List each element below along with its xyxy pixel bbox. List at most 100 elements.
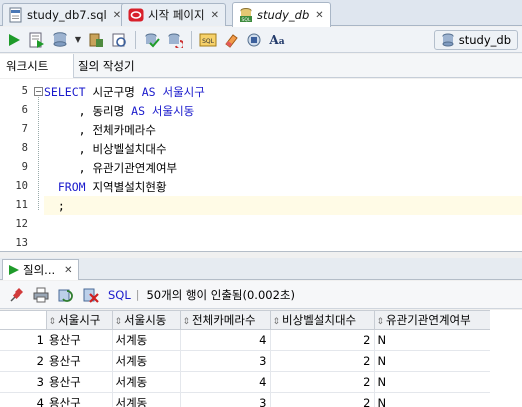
rollback-icon — [168, 33, 183, 48]
table-cell[interactable]: 용산구 — [46, 329, 113, 351]
tab-study-db7-sql[interactable]: study_db7.sql ✕ — [2, 3, 129, 26]
line-number: 13 — [15, 237, 28, 249]
table-cell[interactable]: N — [374, 329, 491, 351]
table-cell[interactable]: N — [374, 392, 491, 407]
table-cell[interactable]: N — [374, 371, 491, 393]
toolbar-separator — [191, 30, 192, 49]
table-cell[interactable]: 2 — [270, 392, 375, 407]
close-icon[interactable]: ✕ — [211, 10, 219, 21]
explain-plan-button[interactable] — [50, 30, 70, 50]
column-header[interactable]: ⇕ 비상벨설치대수 — [269, 310, 375, 330]
eraser-icon — [225, 33, 238, 48]
line-number: 9 — [21, 161, 28, 173]
commit-button[interactable] — [142, 30, 162, 50]
line-number: 7 — [21, 123, 28, 135]
sql-tuning-button[interactable] — [109, 30, 129, 50]
table-cell[interactable]: 서계동 — [112, 350, 181, 372]
sort-icon[interactable]: ⇕ — [115, 317, 123, 327]
table-cell[interactable]: N — [374, 350, 491, 372]
refresh-icon — [58, 289, 73, 302]
worksheet-subtabs: 워크시트 질의 작성기 — [0, 53, 522, 78]
tab-query-builder[interactable]: 질의 작성기 — [74, 54, 141, 78]
status-divider: | — [135, 288, 140, 301]
commit-icon — [145, 33, 160, 47]
connection-selector[interactable]: study_db — [433, 30, 518, 50]
pin-button[interactable] — [6, 285, 26, 305]
column-header[interactable]: ⇕ 유관기관연계여부 — [373, 310, 491, 330]
table-row[interactable]: 3 용산구 서계동 4 2 N — [0, 371, 491, 393]
code-line: SELECT 시군구명 AS 서울시구 — [44, 82, 522, 101]
close-icon[interactable]: ✕ — [64, 265, 72, 276]
table-cell[interactable]: 3 — [180, 350, 271, 372]
sort-icon[interactable]: ⇕ — [183, 317, 191, 327]
rollback-button[interactable] — [165, 30, 185, 50]
sql-link[interactable]: SQL — [108, 288, 131, 302]
clear-button[interactable] — [221, 30, 241, 50]
results-table: ⇕ 서울시구 ⇕ 서울시동 ⇕ 전체카메라수 ⇕ 비상벨설치대수 ⇕ 유관기관연계여부 1 용산구 서… — [0, 310, 491, 407]
run-icon — [9, 265, 19, 275]
sort-icon[interactable]: ⇕ — [377, 317, 385, 327]
code-line: , 비상벨설치대수 — [44, 139, 522, 158]
line-number: 5 — [21, 85, 28, 97]
table-row[interactable]: 4 용산구 서계동 3 2 N — [0, 392, 491, 407]
run-icon — [9, 33, 20, 46]
close-icon[interactable]: ✕ — [315, 10, 323, 21]
case-button[interactable]: Aa — [267, 30, 287, 50]
table-row[interactable]: 2 용산구 서계동 3 2 N — [0, 350, 491, 372]
sql-keyword: 서울시구 — [162, 84, 205, 99]
table-cell[interactable]: 용산구 — [46, 371, 113, 393]
dropdown-button[interactable]: ▼ — [73, 30, 83, 50]
row-number-header — [0, 310, 47, 330]
database-icon — [442, 33, 454, 47]
toolbar-separator — [135, 30, 136, 49]
run-script-button[interactable] — [27, 30, 47, 50]
table-cell[interactable]: 2 — [270, 371, 375, 393]
table-row[interactable]: 1 용산구 서계동 4 2 N — [0, 329, 491, 351]
format-button[interactable] — [244, 30, 264, 50]
code-line: FROM 지역별설치현황 — [44, 177, 522, 196]
table-cell[interactable]: 2 — [270, 329, 375, 351]
fold-collapse-icon[interactable]: − — [34, 87, 43, 96]
sql-history-button[interactable]: SQL — [198, 30, 218, 50]
tab-label: study_db — [257, 8, 310, 22]
table-cell[interactable]: 2 — [270, 350, 375, 372]
column-header[interactable]: ⇕ 서울시구 — [45, 310, 113, 330]
column-header-label: 비상벨설치대수 — [282, 313, 357, 327]
table-cell[interactable]: 용산구 — [46, 392, 113, 407]
sql-editor[interactable]: 5 6 7 8 9 10 11 12 13 − SELECT 시군구명 AS 서울시구 , 동리… — [0, 79, 522, 252]
sort-icon[interactable]: ⇕ — [273, 317, 281, 327]
table-cell[interactable]: 서계동 — [112, 371, 181, 393]
autotrace-button[interactable] — [86, 30, 106, 50]
tab-start-page[interactable]: 시작 페이지 ✕ — [121, 3, 226, 26]
table-cell[interactable]: 3 — [180, 392, 271, 407]
code-area[interactable]: SELECT 시군구명 AS 서울시구 , 동리명 AS 서울시동 , 전체카메… — [44, 82, 522, 251]
cancel-query-button[interactable] — [81, 285, 101, 305]
table-cell[interactable]: 서계동 — [112, 329, 181, 351]
table-cell[interactable]: 용산구 — [46, 350, 113, 372]
column-header[interactable]: ⇕ 서울시동 — [111, 310, 181, 330]
tab-query-result[interactable]: 질의... ✕ — [2, 259, 79, 280]
table-cell[interactable]: 서계동 — [112, 392, 181, 407]
autotrace-icon — [89, 33, 103, 47]
table-cell[interactable]: 4 — [180, 329, 271, 351]
close-icon[interactable]: ✕ — [113, 10, 121, 21]
svg-text:SQL: SQL — [202, 38, 215, 45]
print-button[interactable] — [31, 285, 51, 305]
fold-guide — [38, 97, 39, 210]
sql-text: , 전체카메라수 — [44, 122, 156, 137]
table-cell[interactable]: 4 — [180, 371, 271, 393]
sort-icon[interactable]: ⇕ — [49, 317, 57, 327]
sql-text: , 동리명 — [44, 103, 132, 118]
tab-study-db-worksheet[interactable]: SQL study_db ✕ — [232, 2, 331, 27]
results-grid[interactable]: ⇕ 서울시구 ⇕ 서울시동 ⇕ 전체카메라수 ⇕ 비상벨설치대수 ⇕ 유관기관연계여부 1 용산구 서… — [0, 310, 522, 407]
run-statement-button[interactable] — [4, 30, 24, 50]
refresh-button[interactable] — [56, 285, 76, 305]
column-header[interactable]: ⇕ 전체카메라수 — [179, 310, 271, 330]
line-number-gutter: 5 6 7 8 9 10 11 12 13 — [0, 79, 32, 251]
line-number: 8 — [21, 142, 28, 154]
text-case-icon: Aa — [269, 32, 285, 47]
worksheet-toolbar: ▼ SQL Aa study_db — [0, 27, 522, 53]
oracle-start-icon — [128, 8, 144, 22]
line-number: 12 — [15, 218, 28, 230]
tab-worksheet[interactable]: 워크시트 — [0, 53, 74, 78]
